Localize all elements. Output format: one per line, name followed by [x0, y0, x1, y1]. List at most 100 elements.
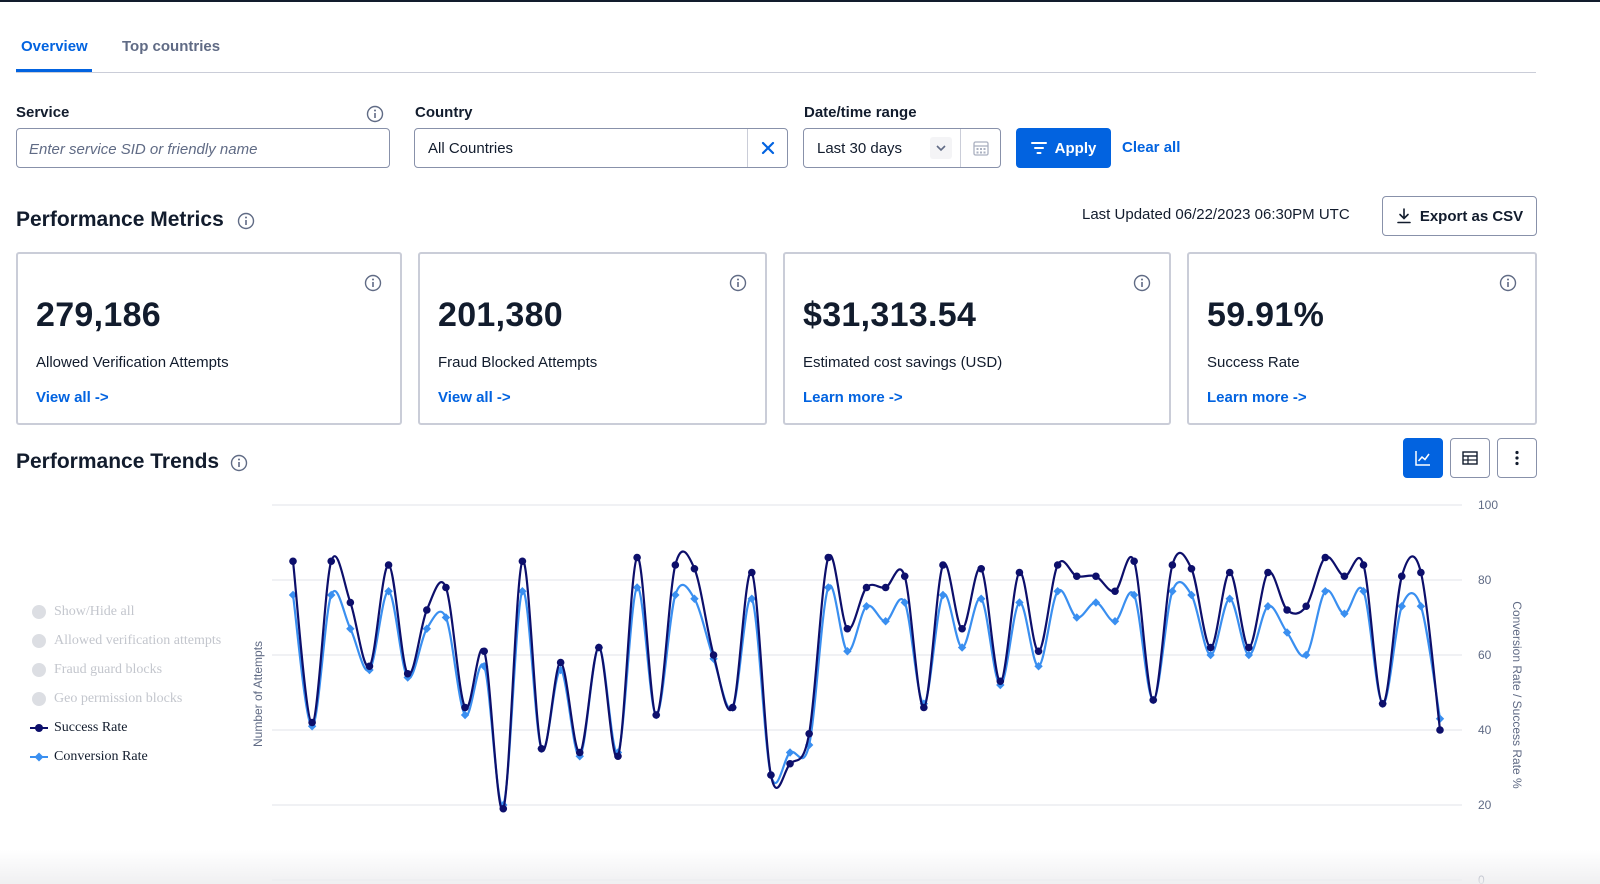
learn-more-link[interactable]: Learn more -> — [803, 389, 903, 406]
learn-more-link[interactable]: Learn more -> — [1207, 389, 1307, 406]
success-rate-point[interactable] — [1034, 647, 1043, 656]
success-rate-point[interactable] — [805, 729, 813, 738]
success-rate-point[interactable] — [709, 651, 718, 659]
success-rate-point[interactable] — [1130, 557, 1138, 566]
export-csv-button[interactable]: Export as CSV — [1382, 196, 1537, 236]
info-icon[interactable] — [366, 105, 384, 123]
conversion-rate-point[interactable] — [1301, 650, 1311, 660]
success-rate-point[interactable] — [327, 557, 336, 566]
info-icon[interactable] — [729, 274, 747, 292]
success-rate-point[interactable] — [748, 568, 756, 577]
success-rate-point[interactable] — [289, 557, 297, 566]
view-all-link[interactable]: View all -> — [438, 389, 511, 406]
view-all-link[interactable]: View all -> — [36, 389, 109, 406]
success-rate-point[interactable] — [403, 669, 412, 678]
success-rate-point[interactable] — [900, 572, 909, 581]
success-rate-point[interactable] — [1111, 587, 1119, 596]
success-rate-point[interactable] — [499, 804, 508, 813]
success-rate-point[interactable] — [1302, 602, 1310, 611]
success-rate-point[interactable] — [786, 759, 794, 768]
dropdown-toggle[interactable] — [930, 137, 952, 159]
success-rate-point[interactable] — [977, 564, 985, 573]
success-rate-point[interactable] — [346, 598, 355, 607]
success-rate-point[interactable] — [614, 752, 622, 761]
success-rate-point[interactable] — [575, 748, 584, 757]
success-rate-point[interactable] — [1359, 561, 1368, 569]
table-icon — [1462, 451, 1478, 465]
success-rate-point[interactable] — [442, 583, 450, 592]
tab-overview[interactable]: Overview — [21, 38, 88, 55]
success-rate-point[interactable] — [1206, 643, 1215, 652]
success-rate-point[interactable] — [671, 561, 680, 569]
success-rate-point[interactable] — [767, 771, 775, 779]
success-rate-point[interactable] — [1397, 572, 1406, 581]
table-view-button[interactable] — [1450, 438, 1490, 478]
metric-card-cost-savings: $31,313.54 Estimated cost savings (USD) … — [783, 252, 1171, 425]
success-rate-point[interactable] — [996, 677, 1005, 686]
metric-value: 201,380 — [438, 296, 564, 334]
success-rate-point[interactable] — [1187, 564, 1196, 573]
success-rate-point[interactable] — [633, 553, 641, 562]
success-rate-point[interactable] — [824, 553, 833, 562]
success-rate-point[interactable] — [881, 583, 890, 592]
success-rate-point[interactable] — [1264, 568, 1272, 577]
success-rate-point[interactable] — [1245, 643, 1253, 652]
success-rate-point[interactable] — [1340, 572, 1349, 581]
success-rate-point[interactable] — [843, 624, 852, 633]
calendar-button[interactable] — [960, 129, 1000, 167]
success-rate-point[interactable] — [920, 703, 928, 712]
success-rate-point[interactable] — [862, 583, 871, 592]
success-rate-point[interactable] — [1417, 568, 1425, 577]
success-rate-point[interactable] — [1225, 568, 1234, 577]
success-rate-point[interactable] — [308, 718, 316, 727]
clear-country-button[interactable] — [747, 129, 787, 167]
conversion-rate-point[interactable] — [1321, 587, 1330, 596]
conversion-rate-point[interactable] — [1416, 602, 1426, 611]
success-rate-point[interactable] — [480, 647, 488, 656]
success-rate-point[interactable] — [595, 643, 603, 652]
success-rate-point[interactable] — [1378, 699, 1387, 708]
success-rate-point[interactable] — [1168, 561, 1177, 569]
success-rate-point[interactable] — [690, 564, 699, 573]
success-rate-point[interactable] — [1283, 606, 1291, 614]
success-rate-point[interactable] — [1053, 561, 1062, 569]
conversion-rate-point[interactable] — [938, 590, 948, 600]
success-rate-point[interactable] — [556, 658, 565, 667]
more-options-button[interactable] — [1497, 438, 1537, 478]
success-rate-point[interactable] — [1072, 572, 1081, 581]
clear-all-link[interactable]: Clear all — [1122, 139, 1180, 156]
conversion-rate-point[interactable] — [1397, 602, 1406, 611]
tab-top-countries[interactable]: Top countries — [122, 38, 220, 55]
service-input[interactable] — [29, 139, 369, 159]
y-tick-label: 60 — [1478, 648, 1492, 662]
chart-view-button[interactable] — [1403, 438, 1443, 478]
success-rate-point[interactable] — [537, 744, 546, 753]
info-icon[interactable] — [237, 212, 255, 230]
info-icon[interactable] — [1133, 274, 1151, 292]
success-rate-point[interactable] — [423, 606, 431, 614]
success-rate-point[interactable] — [728, 703, 737, 712]
success-rate-point[interactable] — [1149, 696, 1158, 704]
info-icon[interactable] — [364, 274, 382, 292]
success-rate-point[interactable] — [384, 561, 393, 569]
country-select[interactable]: All Countries — [414, 128, 788, 168]
success-rate-point[interactable] — [939, 561, 947, 569]
conversion-rate-point[interactable] — [441, 613, 451, 622]
conversion-rate-point[interactable] — [824, 583, 833, 592]
success-rate-point[interactable] — [1015, 568, 1024, 577]
success-rate-point[interactable] — [461, 703, 469, 712]
success-rate-point[interactable] — [1321, 553, 1330, 562]
date-range-select[interactable]: Last 30 days — [803, 128, 1001, 168]
info-icon[interactable] — [230, 454, 248, 472]
conversion-rate-point[interactable] — [346, 624, 355, 633]
info-icon[interactable] — [1499, 274, 1517, 292]
success-rate-point[interactable] — [365, 662, 374, 671]
success-rate-point[interactable] — [1436, 726, 1444, 734]
success-rate-point[interactable] — [958, 624, 966, 633]
success-rate-point[interactable] — [1092, 572, 1100, 581]
conversion-rate-point[interactable] — [1053, 587, 1062, 596]
success-rate-point[interactable] — [518, 557, 527, 566]
chart-series — [288, 550, 1445, 813]
apply-button[interactable]: Apply — [1016, 128, 1111, 168]
success-rate-point[interactable] — [652, 711, 661, 719]
